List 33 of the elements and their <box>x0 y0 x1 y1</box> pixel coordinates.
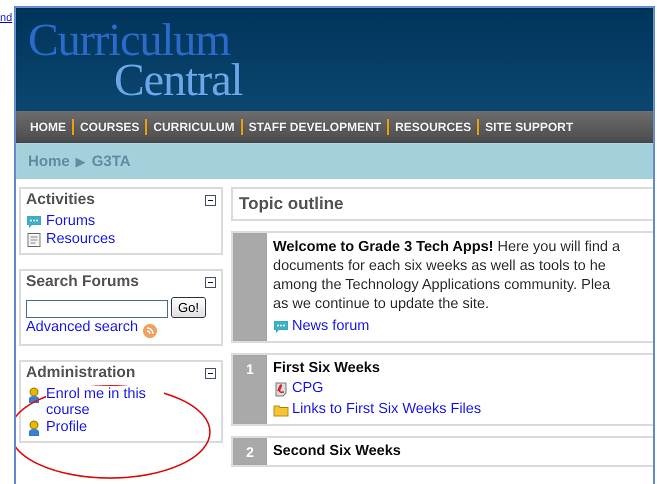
resource-link[interactable]: News forum <box>292 318 370 334</box>
collapse-icon[interactable] <box>205 194 216 206</box>
section-title: Second Six Weeks <box>273 443 401 459</box>
nav-link[interactable]: HOME <box>24 120 72 134</box>
block-title: Search Forums <box>26 273 139 291</box>
block-title: Administration <box>26 364 136 382</box>
user-icon <box>26 420 42 436</box>
document-icon <box>26 232 42 248</box>
section-number: 2 <box>246 444 254 460</box>
page-link[interactable]: nd <box>0 12 12 24</box>
rss-icon <box>142 323 158 339</box>
speech-bubble-icon <box>26 214 42 230</box>
resource-link[interactable]: Links to First Six Weeks Files <box>292 401 482 417</box>
section-title: First Six Weeks <box>273 360 381 376</box>
search-field[interactable] <box>26 300 168 318</box>
collapse-icon[interactable] <box>205 276 216 288</box>
nav-link[interactable]: CURRICULUM <box>147 120 241 134</box>
nav-link[interactable]: RESOURCES <box>389 120 478 134</box>
section-number: 1 <box>246 361 254 377</box>
speech-bubble-icon <box>273 319 289 335</box>
topic-outline-heading: Topic outline <box>231 187 653 221</box>
resource-link[interactable]: CPG <box>292 380 324 396</box>
user-icon <box>26 387 42 403</box>
pdf-icon <box>273 381 289 397</box>
collapse-icon[interactable] <box>205 368 216 378</box>
site-logo: Curriculum Central <box>28 20 244 100</box>
nav-link[interactable]: COURSES <box>74 120 146 134</box>
nav-link[interactable]: STAFF DEVELOPMENT <box>242 120 388 134</box>
block-title: Activities <box>26 191 95 209</box>
nav-link[interactable]: SITE SUPPORT <box>479 120 580 134</box>
breadcrumb-separator: ▶ <box>76 154 86 168</box>
section-summary: Welcome to Grade 3 Tech Apps! Here you will find a documents for each six weeks as well as tools to he among the Technology Applications community. Plea as we continue to update the site. <box>273 238 620 314</box>
go-button[interactable]: Go! <box>171 297 206 318</box>
